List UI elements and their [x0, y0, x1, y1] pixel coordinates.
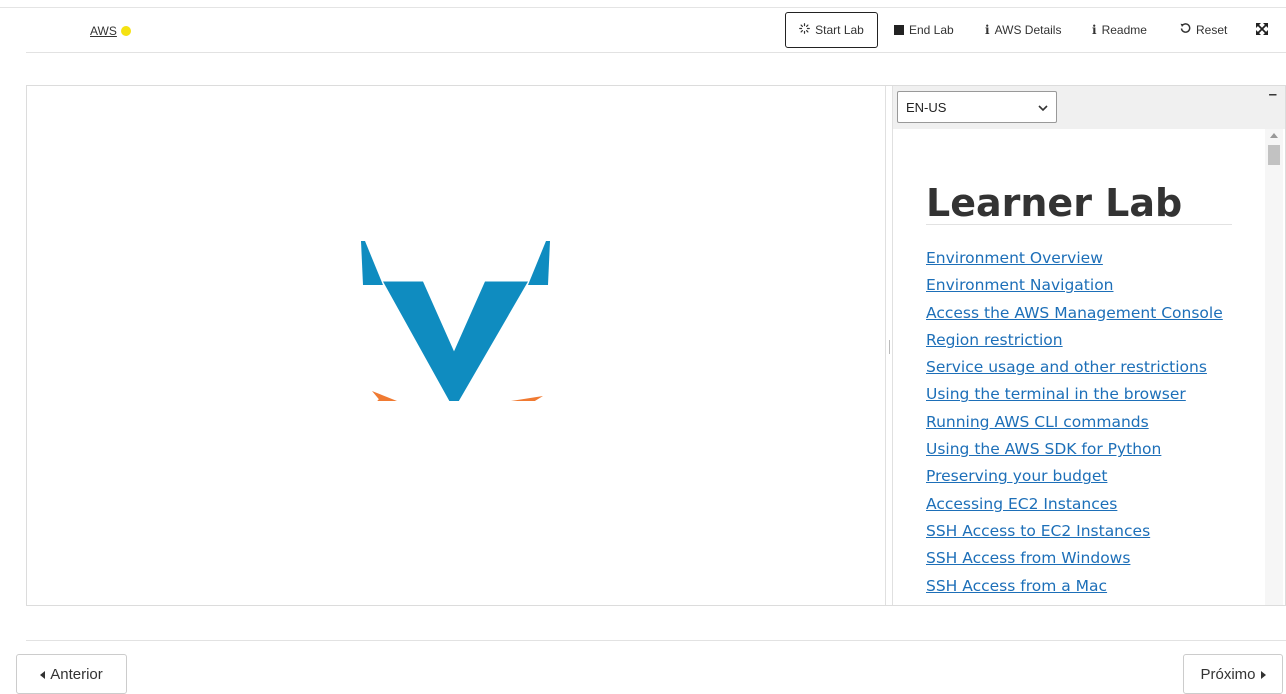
next-button[interactable]: Próximo: [1183, 654, 1283, 694]
toc-link-environment-navigation[interactable]: Environment Navigation: [926, 276, 1114, 294]
scrollbar-thumb[interactable]: [1268, 145, 1280, 165]
aws-details-label: AWS Details: [994, 23, 1062, 37]
toc-link-sdk-python[interactable]: Using the AWS SDK for Python: [926, 440, 1161, 458]
toc-link-budget[interactable]: Preserving your budget: [926, 467, 1107, 485]
toc-link-access-console[interactable]: Access the AWS Management Console: [926, 304, 1223, 322]
toc-link-ssh-mac[interactable]: SSH Access from a Mac: [926, 577, 1107, 595]
previous-button[interactable]: Anterior: [16, 654, 127, 694]
end-lab-label: End Lab: [909, 23, 954, 37]
toc-item: Environment Navigation: [926, 272, 1223, 299]
caret-right-icon: [1260, 671, 1266, 679]
toc-link-aws-cli[interactable]: Running AWS CLI commands: [926, 413, 1149, 431]
lab-frame: EN-US – Learner Lab Environment Overview…: [26, 85, 1286, 606]
scroll-up-arrow-icon[interactable]: [1270, 133, 1278, 138]
minimize-panel-button[interactable]: –: [1269, 86, 1277, 103]
next-label: Próximo: [1200, 666, 1256, 683]
toc-link-environment-overview[interactable]: Environment Overview: [926, 249, 1103, 267]
reset-button[interactable]: Reset: [1180, 12, 1227, 48]
toc-item: Environment Overview: [926, 245, 1223, 272]
toc-item: SSH Access to EC2 Instances: [926, 518, 1223, 545]
readme-panel: EN-US – Learner Lab Environment Overview…: [893, 86, 1285, 605]
toc-item: Access the AWS Management Console: [926, 300, 1223, 327]
title-divider: [926, 224, 1232, 225]
aws-details-button[interactable]: i AWS Details: [985, 12, 1061, 48]
language-select[interactable]: EN-US: [897, 91, 1057, 123]
spinner-icon: [799, 23, 811, 37]
toc-item: Using the terminal in the browser: [926, 381, 1223, 408]
workspace-area: [27, 86, 885, 605]
fullscreen-button[interactable]: [1256, 12, 1268, 48]
info-icon: i: [1092, 23, 1097, 37]
toc-item: Running AWS CLI commands: [926, 409, 1223, 436]
readme-label: Readme: [1101, 23, 1147, 37]
splitter-grip-icon: [889, 340, 890, 354]
toc-link-service-usage[interactable]: Service usage and other restrictions: [926, 358, 1207, 376]
toc-item: Using the AWS SDK for Python: [926, 436, 1223, 463]
toc-link-ssh-ec2[interactable]: SSH Access to EC2 Instances: [926, 522, 1150, 540]
toc-item: Accessing EC2 Instances: [926, 491, 1223, 518]
readme-toc: Environment Overview Environment Navigat…: [926, 245, 1223, 600]
info-icon: i: [985, 23, 990, 37]
readme-panel-header: EN-US –: [893, 86, 1285, 129]
toc-item: Region restriction: [926, 327, 1223, 354]
start-lab-label: Start Lab: [815, 23, 864, 37]
readme-content: Learner Lab Environment Overview Environ…: [893, 129, 1265, 605]
vocareum-logo-icon: [361, 241, 550, 401]
toc-link-ssh-windows[interactable]: SSH Access from Windows: [926, 549, 1130, 567]
toc-link-region-restriction[interactable]: Region restriction: [926, 331, 1063, 349]
language-value: EN-US: [906, 99, 947, 115]
toc-link-terminal[interactable]: Using the terminal in the browser: [926, 385, 1186, 403]
toolbar-divider: [26, 52, 1286, 53]
readme-button[interactable]: i Readme: [1092, 12, 1147, 48]
aws-label: AWS: [90, 24, 117, 38]
readme-scrollbar[interactable]: [1265, 129, 1283, 605]
start-lab-button[interactable]: Start Lab: [785, 12, 878, 48]
stop-icon: [894, 25, 904, 35]
readme-title: Learner Lab: [926, 181, 1183, 225]
reset-label: Reset: [1196, 23, 1228, 37]
chevron-down-icon: [1038, 100, 1048, 115]
aws-console-link[interactable]: AWS: [90, 24, 131, 38]
caret-left-icon: [40, 671, 46, 679]
toc-item: SSH Access from a Mac: [926, 573, 1223, 600]
previous-label: Anterior: [50, 666, 103, 683]
toc-item: Preserving your budget: [926, 463, 1223, 490]
footer-divider: [26, 640, 1286, 641]
status-dot-icon: [120, 26, 131, 36]
reset-icon: [1180, 23, 1191, 37]
toc-item: Service usage and other restrictions: [926, 354, 1223, 381]
end-lab-button[interactable]: End Lab: [894, 12, 954, 48]
toc-link-ec2-instances[interactable]: Accessing EC2 Instances: [926, 495, 1117, 513]
fullscreen-icon: [1256, 22, 1268, 38]
toc-item: SSH Access from Windows: [926, 545, 1223, 572]
pane-splitter[interactable]: [885, 86, 893, 605]
